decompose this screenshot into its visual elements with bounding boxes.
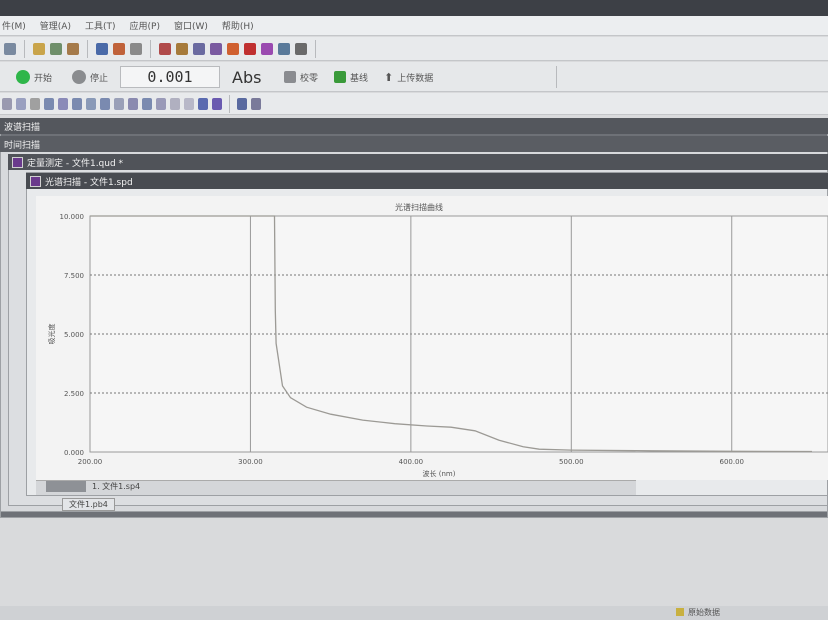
open-folder-icon[interactable] — [33, 42, 45, 55]
toolbar-measure: 开始 停止 0.001 Abs 校零 基线 ⬆ 上传数据 — [0, 62, 828, 92]
stop-button[interactable]: 停止 — [72, 66, 108, 88]
menu-item-manage[interactable]: 管理(A) — [40, 19, 71, 32]
peak-pick-icon[interactable] — [44, 97, 54, 110]
marker-icon[interactable] — [212, 97, 222, 110]
line-icon[interactable] — [170, 97, 180, 110]
upload-button[interactable]: ⬆ 上传数据 — [384, 66, 433, 88]
cursor-icon[interactable] — [2, 97, 12, 110]
draw-icon[interactable] — [184, 97, 194, 110]
menu-item-file[interactable]: 件(M) — [2, 19, 26, 32]
table-icon[interactable] — [278, 42, 290, 55]
zero-icon — [284, 71, 296, 83]
upload-arrow-icon: ⬆ — [384, 70, 394, 84]
zoom-icon[interactable] — [16, 97, 26, 110]
toolbar-divider — [315, 39, 316, 58]
x-axis-label: 波长 (nm) — [423, 469, 456, 478]
spectrum-chart[interactable]: 光谱扫描曲线 0.000 2.500 5.000 7.500 10.000 200.00 30… — [36, 196, 828, 480]
range-icon[interactable] — [156, 97, 166, 110]
spectrum-icon[interactable] — [210, 42, 222, 55]
spectrum-doc-titlebar[interactable]: 光谱扫描 - 文件1.spd — [26, 173, 828, 189]
chart-panel: 光谱扫描曲线 0.000 2.500 5.000 7.500 10.000 200.00 30… — [36, 196, 828, 480]
x-tick-label: 200.00 — [78, 458, 103, 466]
valley-pick-icon[interactable] — [58, 97, 68, 110]
x-tick-label: 600.00 — [719, 458, 744, 466]
x-tick-label: 500.00 — [559, 458, 584, 466]
transform-icon[interactable] — [128, 97, 138, 110]
toolbar-divider — [556, 66, 557, 88]
y-tick-label: 10.000 — [60, 213, 85, 221]
y-axis-label: 吸光度 — [47, 324, 56, 345]
instrument-icon[interactable] — [113, 42, 125, 55]
spectrum-doc-window-icon — [30, 175, 41, 187]
y-tick-label: 7.500 — [64, 272, 84, 280]
stop-label: 停止 — [90, 73, 109, 84]
spectrum-doc-title: 光谱扫描 - 文件1.spd — [45, 177, 133, 188]
x-tick-label: 400.00 — [399, 458, 424, 466]
method-icon[interactable] — [96, 42, 108, 55]
absorbance-readout: 0.001 — [120, 66, 220, 88]
baseline-check-icon — [334, 71, 346, 83]
time-scan-title: 时间扫描 — [4, 140, 41, 151]
data-table-icon[interactable] — [237, 97, 247, 110]
pan-icon[interactable] — [30, 97, 40, 110]
arrow-icon[interactable] — [198, 97, 208, 110]
chart-title: 光谱扫描曲线 — [395, 202, 443, 212]
color-chart-icon[interactable] — [244, 42, 256, 55]
menu-item-window[interactable]: 窗口(W) — [174, 19, 208, 32]
quant-title: 定量测定 - 文件1.qud * — [27, 158, 124, 169]
delete-icon[interactable] — [4, 42, 16, 55]
zero-button[interactable]: 校零 — [284, 66, 318, 88]
overlay-icon[interactable] — [227, 42, 239, 55]
menu-item-help[interactable]: 帮助(H) — [222, 19, 254, 32]
time-scan-titlebar[interactable]: 时间扫描 — [0, 136, 828, 152]
quant-window-icon — [12, 156, 23, 168]
arithmetic-icon[interactable] — [114, 97, 124, 110]
data-icon — [676, 608, 684, 616]
baseline-button[interactable]: 基线 — [334, 66, 368, 88]
derivative-icon[interactable] — [86, 97, 96, 110]
stop-icon — [72, 70, 86, 84]
chart-icon[interactable] — [159, 42, 171, 55]
y-tick-label: 0.000 — [64, 449, 84, 457]
unit-label: Abs — [232, 67, 262, 87]
upload-label: 上传数据 — [397, 73, 434, 84]
text-icon[interactable] — [142, 97, 152, 110]
peak-icon[interactable] — [193, 42, 205, 55]
star-icon[interactable] — [130, 42, 142, 55]
pencil-icon[interactable] — [176, 42, 188, 55]
save-icon[interactable] — [50, 42, 62, 55]
y-tick-label: 5.000 — [64, 331, 84, 339]
menu-bar: 件(M) 管理(A) 工具(T) 应用(P) 窗口(W) 帮助(H) — [0, 16, 828, 36]
menu-item-apps[interactable]: 应用(P) — [130, 19, 160, 32]
start-label: 开始 — [34, 73, 53, 84]
status-bar: 原始数据 — [0, 606, 828, 620]
smooth-icon[interactable] — [100, 97, 110, 110]
area-icon[interactable] — [72, 97, 82, 110]
tab-file-sp4[interactable]: 1. 文件1.sp4 — [92, 481, 140, 492]
start-icon — [16, 70, 30, 84]
toolbar-divider — [24, 39, 25, 58]
start-button[interactable]: 开始 — [16, 66, 52, 88]
zero-label: 校零 — [300, 73, 319, 84]
tab-file-pb4[interactable]: 文件1.pb4 — [62, 498, 115, 511]
toolbar-main — [0, 37, 828, 61]
report-icon[interactable] — [295, 42, 307, 55]
y-tick-label: 2.500 — [64, 390, 84, 398]
spectrum-scan-title: 波谱扫描 — [4, 122, 41, 133]
tab-active[interactable] — [46, 481, 86, 492]
list-icon[interactable] — [251, 97, 261, 110]
menu-item-tools[interactable]: 工具(T) — [85, 19, 116, 32]
baseline-label: 基线 — [350, 73, 369, 84]
toolbar-divider — [229, 94, 230, 113]
print-icon[interactable] — [67, 42, 79, 55]
toolbar-divider — [150, 39, 151, 58]
quant-titlebar[interactable]: 定量测定 - 文件1.qud * — [8, 154, 828, 170]
status-label: 原始数据 — [688, 608, 720, 617]
multi-chart-icon[interactable] — [261, 42, 273, 55]
x-tick-label: 300.00 — [238, 458, 263, 466]
toolbar-divider — [87, 39, 88, 58]
spectrum-scan-titlebar[interactable]: 波谱扫描 — [0, 118, 828, 134]
screen-top-bezel — [0, 0, 828, 16]
toolbar-spectrum — [0, 93, 828, 115]
